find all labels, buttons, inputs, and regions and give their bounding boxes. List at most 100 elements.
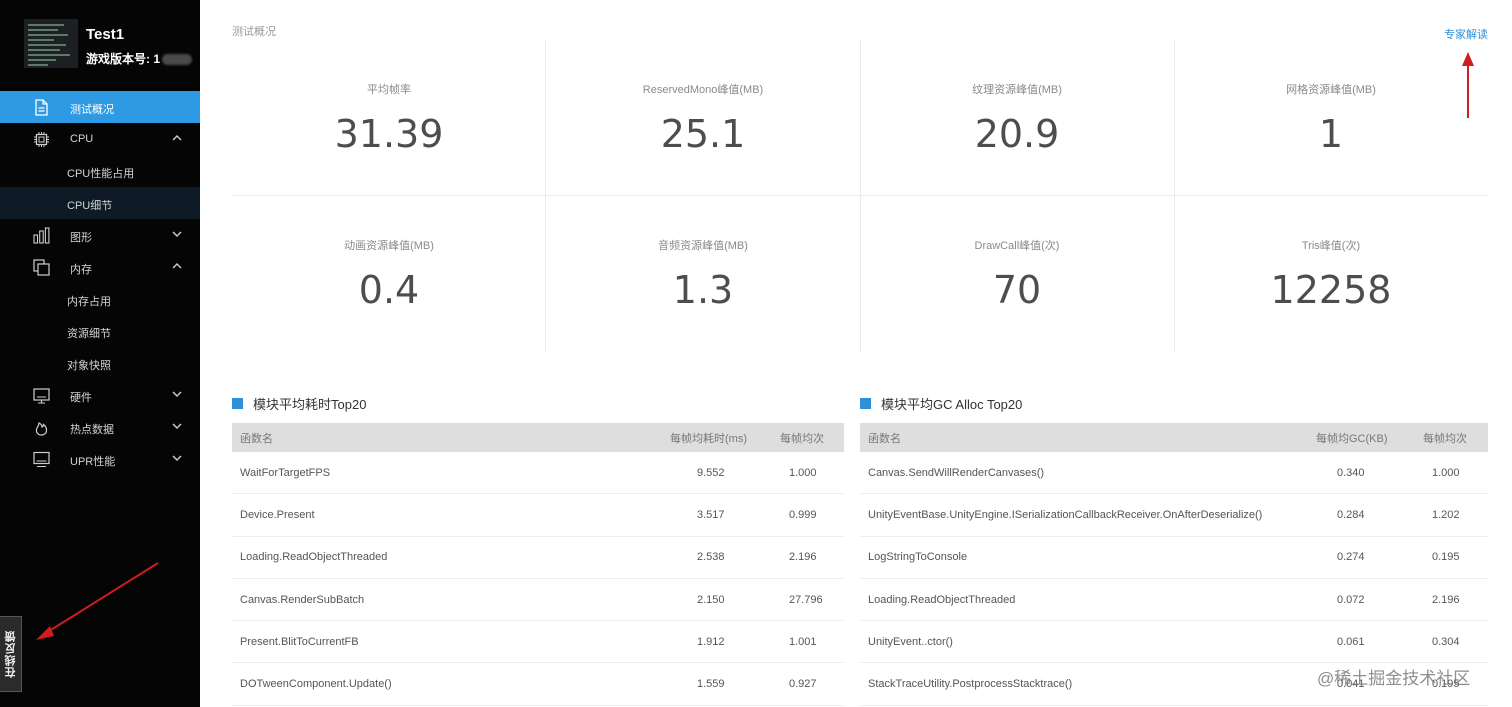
cell-value: 2.150 bbox=[697, 593, 725, 606]
chevron-up-icon bbox=[172, 135, 182, 141]
stat-label: 音频资源峰值(MB) bbox=[658, 240, 748, 252]
nav-item-memory-usage[interactable]: 内存占用 bbox=[0, 283, 200, 315]
table-row[interactable]: Canvas.RenderSubBatch 2.150 27.796 bbox=[232, 579, 844, 622]
cell-value: 0.284 bbox=[1337, 508, 1365, 521]
table-body: WaitForTargetFPS 9.552 1.000 Device.Present… bbox=[232, 452, 844, 706]
nav-item-hardware[interactable]: 硬件 bbox=[0, 379, 200, 411]
chevron-down-icon bbox=[172, 231, 182, 237]
table-title-text: 模块平均耗时Top20 bbox=[253, 396, 367, 412]
table-row[interactable]: Device.Present 3.517 0.999 bbox=[232, 494, 844, 537]
cell-function-name: StackTraceUtility.PostprocessStacktrace(… bbox=[868, 678, 1073, 691]
module-time-table: 模块平均耗时Top20 函数名 每帧均耗时(ms) 每帧均次 WaitForTa… bbox=[232, 392, 844, 706]
stat-value: 70 bbox=[992, 268, 1042, 312]
square-marker-icon bbox=[860, 397, 871, 409]
chevron-down-icon bbox=[172, 455, 182, 461]
copy-icon bbox=[33, 259, 50, 276]
chevron-down-icon bbox=[172, 423, 182, 429]
cell-function-name: UnityEvent..ctor() bbox=[868, 635, 953, 648]
table-title: 模块平均GC Alloc Top20 bbox=[860, 392, 1488, 414]
nav-label: 硬件 bbox=[70, 392, 92, 404]
nav-item-cpu-usage[interactable]: CPU性能占用 bbox=[0, 155, 200, 187]
col-avg-time[interactable]: 每帧均耗时(ms) bbox=[670, 430, 747, 446]
nav-item-resource-detail[interactable]: 资源细节 bbox=[0, 315, 200, 347]
sidebar-nav: 测试概况 CPU CPU性能占用 CPU细节 图形 内存 内存占用 资源细节 对… bbox=[0, 91, 200, 475]
cell-function-name: Present.BlitToCurrentFB bbox=[240, 635, 359, 648]
stats-grid: 平均帧率 31.39 ReservedMono峰值(MB) 25.1 纹理资源峰… bbox=[232, 40, 1488, 352]
cell-value: 9.552 bbox=[697, 466, 725, 479]
stat-label: DrawCall峰值(次) bbox=[974, 240, 1060, 252]
cell-value: 1.559 bbox=[697, 678, 725, 691]
stat-label: 纹理资源峰值(MB) bbox=[972, 84, 1062, 96]
nav-item-object-snapshot[interactable]: 对象快照 bbox=[0, 347, 200, 379]
stat-value: 31.39 bbox=[334, 112, 444, 156]
cell-value: 3.517 bbox=[697, 508, 725, 521]
col-function[interactable]: 函数名 bbox=[868, 430, 901, 446]
cell-value: 0.061 bbox=[1337, 635, 1365, 648]
table-row[interactable]: Loading.ReadObjectThreaded 0.072 2.196 bbox=[860, 579, 1488, 622]
square-marker-icon bbox=[232, 397, 243, 409]
cell-value: 2.538 bbox=[697, 551, 725, 564]
table-row[interactable]: Canvas.SendWillRenderCanvases() 0.340 1.00… bbox=[860, 452, 1488, 495]
nav-item-hotspot[interactable]: 热点数据 bbox=[0, 411, 200, 443]
nav-label: 资源细节 bbox=[67, 328, 111, 340]
nav-item-memory[interactable]: 内存 bbox=[0, 251, 200, 283]
nav-label: 热点数据 bbox=[70, 424, 114, 436]
cell-value: 0.274 bbox=[1337, 551, 1365, 564]
table-title: 模块平均耗时Top20 bbox=[232, 392, 844, 414]
stat-label: ReservedMono峰值(MB) bbox=[642, 84, 764, 96]
feedback-tab[interactable]: 在线反馈 bbox=[0, 616, 22, 692]
cpu-chip-icon bbox=[34, 132, 49, 147]
table-row[interactable]: WaitForTargetFPS 9.552 1.000 bbox=[232, 452, 844, 495]
nav-item-cpu[interactable]: CPU bbox=[0, 123, 200, 155]
display-icon bbox=[33, 451, 50, 468]
stat-label: Tris峰值(次) bbox=[1301, 240, 1361, 252]
table-row[interactable]: LogStringToConsole 0.274 0.195 bbox=[860, 537, 1488, 579]
table-row[interactable]: Loading.ReadObjectThreaded 2.538 2.196 bbox=[232, 537, 844, 579]
stat-avg-fps: 平均帧率 31.39 bbox=[232, 40, 546, 196]
nav-item-upr[interactable]: UPR性能 bbox=[0, 443, 200, 475]
cell-function-name: LogStringToConsole bbox=[868, 551, 968, 564]
nav-label: 对象快照 bbox=[67, 360, 111, 372]
flame-icon bbox=[35, 422, 48, 436]
col-avg-count[interactable]: 每帧均次 bbox=[1423, 430, 1467, 446]
project-thumbnail bbox=[24, 19, 78, 68]
table-row[interactable]: UnityEventBase.UnityEngine.ISerializatio… bbox=[860, 494, 1488, 537]
table-row[interactable]: Present.BlitToCurrentFB 1.912 1.001 bbox=[232, 621, 844, 664]
chevron-up-icon bbox=[172, 263, 182, 269]
cell-value: 0.195 bbox=[1432, 551, 1460, 564]
game-version: 游戏版本号: 1 bbox=[86, 50, 193, 67]
stat-label: 平均帧率 bbox=[367, 84, 411, 96]
cell-value: 0.072 bbox=[1337, 593, 1365, 606]
cell-value: 2.196 bbox=[789, 551, 817, 564]
stat-texture-peak: 纹理资源峰值(MB) 20.9 bbox=[860, 40, 1174, 196]
col-function[interactable]: 函数名 bbox=[240, 430, 273, 446]
table-row[interactable]: DOTweenComponent.Update() 1.559 0.927 bbox=[232, 663, 844, 706]
nav-item-cpu-detail[interactable]: CPU细节 bbox=[0, 187, 200, 219]
cell-value: 1.000 bbox=[789, 466, 817, 479]
col-avg-gc[interactable]: 每帧均GC(KB) bbox=[1316, 430, 1388, 446]
table-title-text: 模块平均GC Alloc Top20 bbox=[881, 396, 1023, 412]
stat-label: 网格资源峰值(MB) bbox=[1286, 84, 1376, 96]
cell-value: 2.196 bbox=[1432, 593, 1460, 606]
nav-label: 内存 bbox=[70, 264, 92, 276]
nav-label: 内存占用 bbox=[67, 296, 111, 308]
game-version-label: 游戏版本号: 1 bbox=[86, 52, 161, 66]
stat-value: 20.9 bbox=[974, 112, 1060, 156]
nav-item-graphics[interactable]: 图形 bbox=[0, 219, 200, 251]
col-avg-count[interactable]: 每帧均次 bbox=[780, 430, 824, 446]
cell-function-name: Canvas.RenderSubBatch bbox=[240, 593, 365, 606]
nav-label: 图形 bbox=[70, 232, 92, 244]
nav-label: UPR性能 bbox=[70, 456, 116, 468]
cell-function-name: Canvas.SendWillRenderCanvases() bbox=[868, 466, 1045, 479]
stat-mesh-peak: 网格资源峰值(MB) 1 bbox=[1174, 40, 1488, 196]
project-header: Test1 游戏版本号: 1 bbox=[24, 19, 200, 69]
table-row[interactable]: UnityEvent..ctor() 0.061 0.304 bbox=[860, 621, 1488, 664]
table-header: 函数名 每帧均GC(KB) 每帧均次 bbox=[860, 423, 1488, 452]
stat-value: 1 bbox=[1318, 112, 1344, 156]
nav-item-overview[interactable]: 测试概况 bbox=[0, 91, 200, 123]
nav-label: CPU bbox=[70, 133, 94, 145]
watermark: @稀土掘金技术社区 bbox=[1317, 669, 1471, 688]
cell-value: 1.000 bbox=[1432, 466, 1460, 479]
table-header: 函数名 每帧均耗时(ms) 每帧均次 bbox=[232, 423, 844, 452]
cell-value: 0.304 bbox=[1432, 635, 1460, 648]
